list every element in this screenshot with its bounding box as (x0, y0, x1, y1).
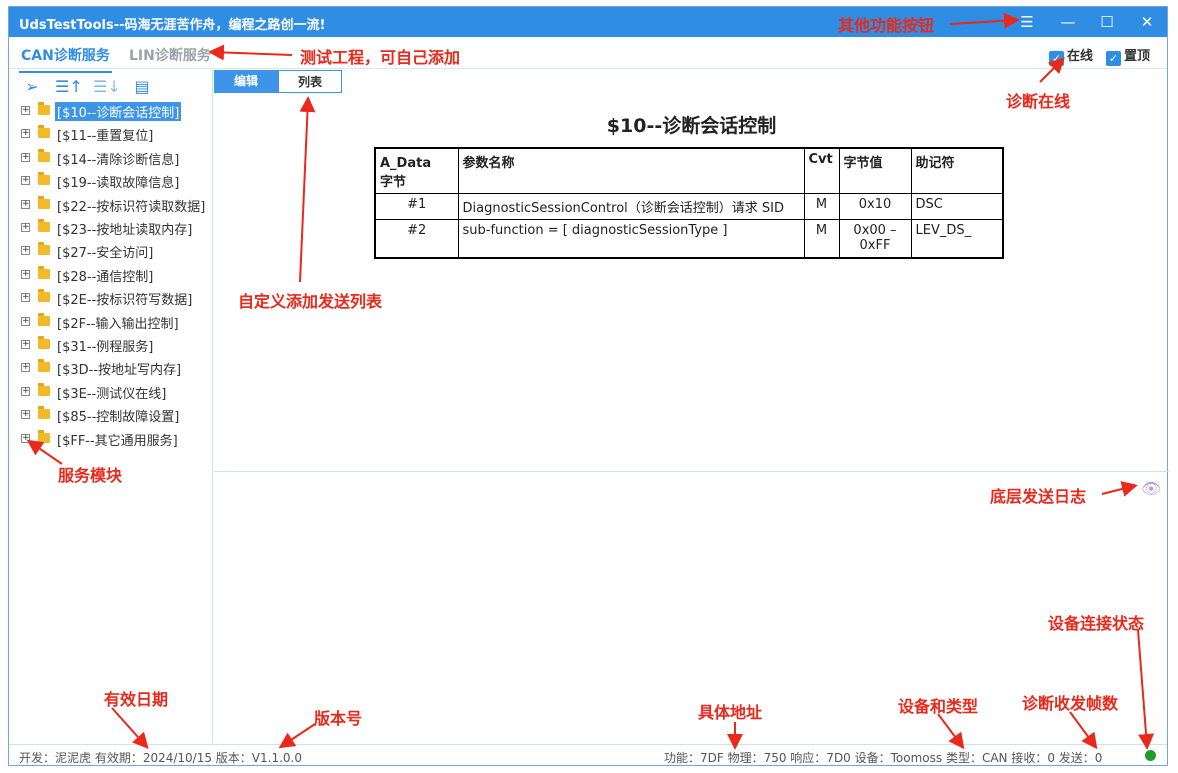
annotation-device-type: 设备和类型 (898, 697, 979, 716)
annotation-frame-count: 诊断收发帧数 (1022, 694, 1119, 713)
annotation-device-status: 设备连接状态 (1048, 614, 1145, 633)
annotation-other-buttons: 其他功能按钮 (838, 16, 935, 35)
annotation-service-module: 服务模块 (58, 466, 123, 485)
annotation-version: 版本号 (314, 709, 363, 728)
annotation-diag-online: 诊断在线 (1006, 92, 1071, 111)
annotation-address: 具体地址 (698, 703, 763, 722)
annotation-log: 底层发送日志 (990, 487, 1087, 506)
annotation-test-project: 测试工程，可自己添加 (300, 48, 461, 67)
annotation-custom-list: 自定义添加发送列表 (238, 292, 383, 311)
annotation-valid-date: 有效日期 (104, 690, 169, 709)
annotation-arrows (26, 12, 1155, 750)
